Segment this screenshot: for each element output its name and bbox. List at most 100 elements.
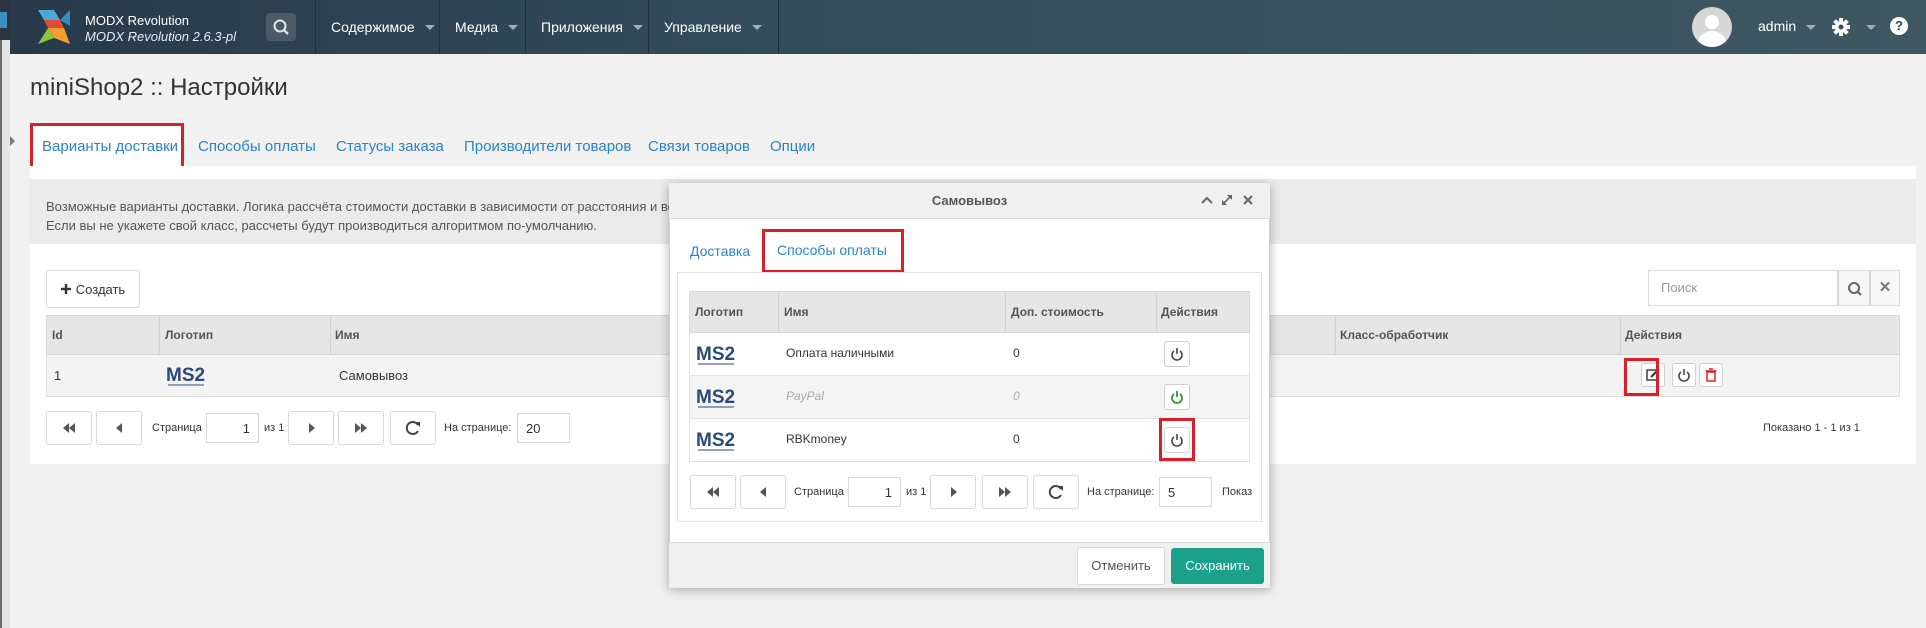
- column-header[interactable]: Доп. стоимость: [1011, 305, 1104, 319]
- table-row[interactable]: MS2 Оплата наличными 0: [689, 333, 1250, 376]
- search-submit-button[interactable]: [1838, 270, 1870, 306]
- modal-tab-delivery[interactable]: Доставка: [690, 243, 750, 259]
- shown-count: Показано 1 - 1 из 1: [1763, 422, 1860, 434]
- power-icon: [1171, 391, 1183, 404]
- column-header[interactable]: Имя: [335, 328, 360, 342]
- search-icon: [273, 19, 289, 35]
- username[interactable]: admin: [1758, 18, 1796, 34]
- top-header: MODX Revolution MODX Revolution 2.6.3-pl…: [10, 0, 1926, 54]
- prev-page-icon: [760, 487, 766, 497]
- page-input[interactable]: 1: [848, 477, 901, 507]
- shown-count: Показ: [1222, 486, 1253, 498]
- chevron-down-icon: [632, 24, 643, 30]
- toggle-button[interactable]: [1164, 384, 1190, 410]
- tab-payment-methods[interactable]: Способы оплаты: [198, 138, 316, 155]
- gear-icon[interactable]: [1828, 14, 1854, 40]
- cell-name: PayPal: [786, 389, 825, 403]
- chevron-down-icon: [751, 24, 762, 30]
- next-page-button[interactable]: [288, 411, 334, 445]
- brand-name: MODX Revolution: [85, 13, 190, 28]
- cancel-button[interactable]: Отменить: [1077, 547, 1165, 585]
- first-page-icon: [707, 487, 719, 497]
- power-icon: [1171, 348, 1183, 361]
- column-header[interactable]: Логотип: [695, 305, 743, 319]
- edit-button-highlight: [1624, 358, 1659, 396]
- save-button[interactable]: Сохранить: [1171, 548, 1264, 584]
- page-label: Страница: [794, 486, 844, 498]
- tab-vendors[interactable]: Производители товаров: [464, 138, 631, 155]
- trash-icon: [1705, 368, 1717, 382]
- per-page-label: На странице:: [444, 422, 512, 434]
- maximize-icon[interactable]: [1220, 193, 1234, 207]
- collapse-icon[interactable]: [1199, 193, 1215, 207]
- page-input[interactable]: 1: [206, 413, 259, 443]
- page-of-label: из 1: [264, 422, 285, 434]
- column-header[interactable]: Имя: [784, 305, 809, 319]
- search-input[interactable]: Поиск: [1648, 270, 1838, 306]
- last-page-icon: [999, 487, 1011, 497]
- chevron-down-icon[interactable]: [1806, 25, 1816, 30]
- rbkmoney-toggle-highlight: [1159, 418, 1195, 461]
- toggle-button[interactable]: [1164, 341, 1190, 367]
- nav-manage[interactable]: Управление: [648, 0, 779, 54]
- chevron-down-icon: [508, 24, 519, 30]
- per-page-label: На странице:: [1087, 486, 1155, 498]
- last-page-icon: [355, 423, 367, 433]
- chevron-down-icon[interactable]: [1866, 25, 1876, 30]
- close-icon[interactable]: [1241, 193, 1255, 207]
- modal-tab-payments[interactable]: Способы оплаты: [777, 242, 887, 258]
- next-page-icon: [951, 487, 957, 497]
- delete-button[interactable]: [1699, 363, 1723, 387]
- last-page-button[interactable]: [982, 475, 1028, 509]
- help-icon[interactable]: ?: [1890, 17, 1908, 35]
- next-page-icon: [309, 423, 315, 433]
- tab-order-statuses[interactable]: Статусы заказа: [336, 138, 444, 155]
- prev-page-button[interactable]: [96, 411, 142, 445]
- per-page-input[interactable]: 20: [517, 413, 570, 443]
- ms2-logo: MS2: [166, 365, 205, 386]
- cell-name: RBKmoney: [786, 432, 847, 446]
- cell-name: Оплата наличными: [786, 346, 895, 360]
- refresh-button[interactable]: [1033, 475, 1079, 509]
- last-page-button[interactable]: [338, 411, 384, 445]
- prev-page-button[interactable]: [740, 475, 786, 509]
- left-sidebar-strip: [0, 0, 10, 628]
- sidebar-expand-icon[interactable]: [10, 136, 15, 146]
- nav-apps[interactable]: Приложения: [525, 0, 648, 54]
- create-button[interactable]: Создать: [46, 270, 140, 308]
- cell-name: Самовывоз: [339, 368, 408, 383]
- column-header[interactable]: Действия: [1161, 305, 1218, 319]
- close-icon[interactable]: ✕: [1870, 270, 1900, 306]
- tab-options[interactable]: Опции: [770, 138, 815, 155]
- tab-product-links[interactable]: Связи товаров: [648, 138, 750, 155]
- column-header[interactable]: Класс-обработчик: [1340, 328, 1448, 342]
- column-header[interactable]: Логотип: [165, 328, 213, 342]
- toggle-button[interactable]: [1672, 363, 1696, 387]
- first-page-button[interactable]: [46, 411, 92, 445]
- page-label: Страница: [152, 422, 202, 434]
- logo-text: MS2: [696, 430, 735, 451]
- modal-title: Самовывоз: [931, 193, 1008, 208]
- tab-delivery-options[interactable]: Варианты доставки: [42, 138, 178, 155]
- user-avatar-icon[interactable]: [1692, 7, 1732, 47]
- prev-page-icon: [116, 423, 122, 433]
- chevron-down-icon: [424, 24, 435, 30]
- search-button[interactable]: [266, 13, 296, 41]
- refresh-button[interactable]: [390, 411, 436, 445]
- table-row[interactable]: MS2 PayPal 0: [689, 376, 1250, 419]
- modal-grid-header: Логотип Имя Доп. стоимость Действия: [689, 291, 1250, 334]
- refresh-icon: [1048, 485, 1063, 499]
- search-icon: [1848, 282, 1862, 296]
- column-header[interactable]: Действия: [1625, 328, 1682, 342]
- next-page-button[interactable]: [930, 475, 976, 509]
- logo-text: MS2: [166, 365, 205, 386]
- nav-content[interactable]: Содержимое: [315, 0, 439, 54]
- cell-cost: 0: [1013, 346, 1020, 360]
- brand-version: MODX Revolution 2.6.3-pl: [85, 29, 237, 44]
- nav-media[interactable]: Медиа: [439, 0, 525, 54]
- column-header[interactable]: Id: [52, 328, 63, 342]
- per-page-input[interactable]: 5: [1159, 477, 1212, 507]
- first-page-button[interactable]: [690, 475, 736, 509]
- modx-logo[interactable]: [34, 8, 74, 46]
- cell-cost: 0: [1013, 432, 1020, 446]
